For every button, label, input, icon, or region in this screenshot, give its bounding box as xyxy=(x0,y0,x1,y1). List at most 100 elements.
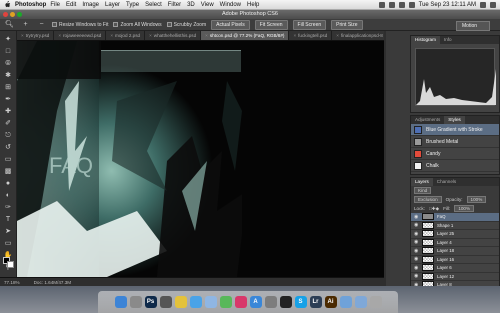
move-tool-icon[interactable]: ✦ xyxy=(3,35,14,44)
skype-icon[interactable]: S xyxy=(294,296,307,308)
lock-icon[interactable]: □✚◆ xyxy=(429,206,439,212)
type-tool-icon[interactable]: T xyxy=(3,215,14,224)
battery-icon[interactable] xyxy=(408,2,415,8)
zoom-window-icon[interactable] xyxy=(17,12,22,17)
chrome-icon[interactable] xyxy=(174,296,187,308)
layer-row-layer-6[interactable]: ◉ Layer 6 xyxy=(411,264,499,273)
document-canvas[interactable]: FAQ xyxy=(17,41,384,277)
gradient-tool-icon[interactable]: ▩ xyxy=(3,167,14,176)
menu-layer[interactable]: Layer xyxy=(105,2,120,8)
tab-styles[interactable]: Styles xyxy=(444,116,465,124)
tab-adjustments[interactable]: Adjustments xyxy=(411,116,444,124)
visibility-eye-icon[interactable]: ◉ xyxy=(414,257,419,262)
opacity-input[interactable]: 100% xyxy=(466,196,487,203)
layer-row-layer-18[interactable]: ◉ Layer 18 xyxy=(411,247,499,256)
minimize-window-icon[interactable] xyxy=(10,12,15,17)
zoom-all-windows-checkbox[interactable]: Zoom All Windows xyxy=(113,22,162,28)
menu-filter[interactable]: Filter xyxy=(168,2,181,8)
finder-icon[interactable] xyxy=(114,296,127,308)
downloads-icon[interactable] xyxy=(354,296,367,308)
close-tab-icon[interactable]: × xyxy=(149,33,152,38)
menu-app-name[interactable]: Photoshop xyxy=(15,2,46,8)
visibility-eye-icon[interactable]: ◉ xyxy=(414,214,419,219)
fill-screen-button[interactable]: Fill Screen xyxy=(292,19,327,30)
notification-center-icon[interactable] xyxy=(490,2,496,8)
style-item-chalk[interactable]: Chalk xyxy=(411,160,499,172)
menu-3d[interactable]: 3D xyxy=(187,2,195,8)
terminal-icon[interactable] xyxy=(279,296,292,308)
lightroom-icon[interactable]: Lr xyxy=(309,296,322,308)
volume-icon[interactable] xyxy=(398,2,405,8)
spotlight-icon[interactable] xyxy=(480,2,486,8)
layer-row-shape-1[interactable]: ◉ Shape 1 xyxy=(411,221,499,230)
visibility-eye-icon[interactable]: ◉ xyxy=(414,265,419,270)
print-size-button[interactable]: Print Size xyxy=(331,19,363,30)
resize-windows-checkbox[interactable]: Resize Windows to Fit xyxy=(52,22,108,28)
tab-trytrytry[interactable]: × trytrytry.psd xyxy=(17,31,55,40)
layer-row-layer-25[interactable]: ◉ Layer 25 xyxy=(411,230,499,239)
close-tab-icon[interactable]: × xyxy=(58,33,61,38)
close-tab-icon[interactable]: × xyxy=(21,33,24,38)
menu-file[interactable]: File xyxy=(50,2,60,8)
clone-stamp-tool-icon[interactable]: ⎋ xyxy=(3,131,14,140)
zoom-tool-preset-icon[interactable]: 🔍︎ xyxy=(4,20,15,29)
trash-icon[interactable] xyxy=(369,296,382,308)
style-item-blue-gradient[interactable]: Blue Gradient with Stroke xyxy=(411,124,499,136)
eyedropper-tool-icon[interactable]: ✒ xyxy=(3,95,14,104)
preferences-icon[interactable] xyxy=(264,296,277,308)
tab-histogram[interactable]: Histogram xyxy=(411,36,440,44)
music-icon[interactable] xyxy=(234,296,247,308)
close-tab-icon[interactable]: × xyxy=(205,33,208,38)
app-store-icon[interactable]: A xyxy=(249,296,262,308)
menu-clock[interactable]: Tue Sep 23 12:11 AM xyxy=(419,2,476,8)
tab-finalapplication[interactable]: × finalapplicationpsd-8 xyxy=(332,31,384,40)
tab-rojaweeeeewd[interactable]: × rojaweeeeewd.psd xyxy=(54,31,107,40)
blur-tool-icon[interactable]: ● xyxy=(3,179,14,188)
workspace-switcher[interactable]: Motion xyxy=(456,21,490,31)
menu-window[interactable]: Window xyxy=(220,2,241,8)
menu-edit[interactable]: Edit xyxy=(66,2,76,8)
messages-icon[interactable] xyxy=(219,296,232,308)
crop-tool-icon[interactable]: ⊞ xyxy=(3,83,14,92)
tab-whatthehellisthis[interactable]: × whatthehellisthis.psd xyxy=(145,31,202,40)
document-size[interactable]: Doc: 1.64M/47.3M xyxy=(34,280,72,285)
zoom-in-icon[interactable]: + xyxy=(20,20,31,29)
zoom-out-icon[interactable]: − xyxy=(36,20,47,29)
pen-tool-icon[interactable]: ✑ xyxy=(3,203,14,212)
launchpad-icon[interactable] xyxy=(129,296,142,308)
style-item-brushed-metal[interactable]: Brushed Metal xyxy=(411,136,499,148)
actual-pixels-button[interactable]: Actual Pixels xyxy=(211,19,250,30)
mission-control-icon[interactable] xyxy=(159,296,172,308)
background-color-swatch[interactable] xyxy=(7,261,14,268)
tab-mojod-2[interactable]: × mojod 2.psd xyxy=(106,31,146,40)
lasso-tool-icon[interactable]: ⦾ xyxy=(3,59,14,68)
healing-brush-tool-icon[interactable]: ✚ xyxy=(3,107,14,116)
blend-mode-select[interactable]: Exclusion xyxy=(414,196,442,203)
quick-select-tool-icon[interactable]: ✱ xyxy=(3,71,14,80)
scrubby-zoom-checkbox[interactable]: Scrubby Zoom xyxy=(166,22,206,28)
visibility-eye-icon[interactable]: ◉ xyxy=(414,223,419,228)
apple-icon[interactable] xyxy=(3,1,12,8)
safari-icon[interactable] xyxy=(189,296,202,308)
tab-fuckingtell[interactable]: × fuckingtell.psd xyxy=(289,31,333,40)
path-selection-tool-icon[interactable]: ➤ xyxy=(3,227,14,236)
wifi-icon[interactable] xyxy=(388,2,395,8)
dodge-tool-icon[interactable]: ◐ xyxy=(3,191,14,200)
photoshop-icon[interactable]: Ps xyxy=(144,296,157,308)
menu-help[interactable]: Help xyxy=(247,2,259,8)
visibility-eye-icon[interactable]: ◉ xyxy=(414,248,419,253)
folder-icon[interactable] xyxy=(339,296,352,308)
menu-select[interactable]: Select xyxy=(145,2,162,8)
visibility-eye-icon[interactable]: ◉ xyxy=(414,274,419,279)
layer-row-layer-16[interactable]: ◉ Layer 16 xyxy=(411,255,499,264)
canvas-area[interactable]: FAQ xyxy=(17,41,384,277)
menu-image[interactable]: Image xyxy=(82,2,99,8)
illustrator-icon[interactable]: Ai xyxy=(324,296,337,308)
marquee-tool-icon[interactable]: □ xyxy=(3,47,14,56)
eraser-tool-icon[interactable]: ▭ xyxy=(3,155,14,164)
layer-row-layer-4[interactable]: ◉ Layer 4 xyxy=(411,238,499,247)
brush-tool-icon[interactable]: ✐ xyxy=(3,119,14,128)
layer-row-layer-12[interactable]: ◉ Layer 12 xyxy=(411,272,499,281)
dropbox-icon[interactable] xyxy=(378,2,385,8)
zoom-level[interactable]: 77.18% xyxy=(4,280,20,285)
